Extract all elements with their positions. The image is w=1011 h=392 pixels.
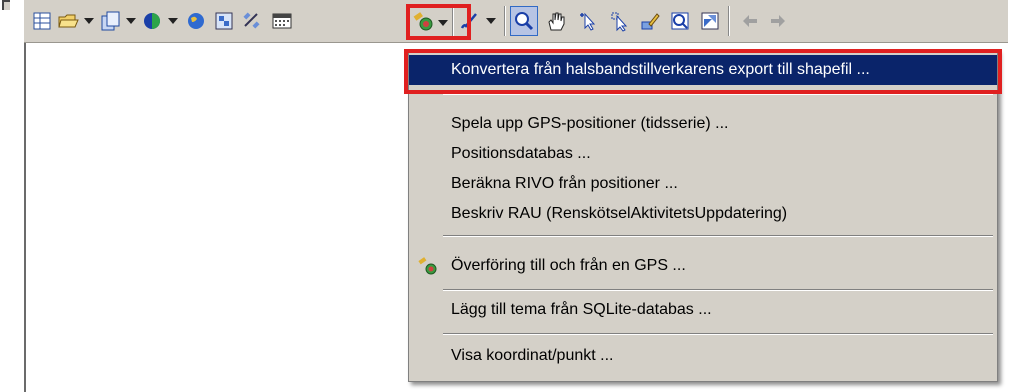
folder-open-icon [58, 14, 79, 28]
map-grid-button[interactable] [210, 6, 238, 36]
menu-item-gps-transfer[interactable]: Överföring till och från en GPS ... [409, 251, 997, 281]
globe-half-button[interactable] [138, 6, 166, 36]
open-folder-button[interactable] [54, 6, 82, 36]
menu-item-label: Lägg till tema från SQLite-databas ... [451, 301, 712, 318]
zoom-button[interactable] [510, 6, 538, 36]
satellite-icon [243, 12, 260, 29]
layer-icon [701, 12, 719, 30]
menu-item-label: Överföring till och från en GPS ... [451, 257, 686, 274]
menu-item-convert-collar-export[interactable]: Konvertera från halsbandstillverkarens e… [409, 55, 997, 85]
globe-dropdown-arrow[interactable] [166, 8, 180, 34]
menu-item-calculate-rivo[interactable]: Beräkna RIVO från positioner ... [409, 169, 997, 199]
select-add-button[interactable] [574, 6, 602, 36]
forward-button[interactable] [764, 6, 792, 36]
globe-icon [188, 13, 204, 29]
gps-tools-menu: Konvertera från halsbandstillverkarens e… [408, 50, 998, 382]
globe-half-icon [144, 13, 160, 29]
menu-item-label: Spela upp GPS-positioner (tidsserie) ... [451, 115, 729, 132]
menu-separator [443, 289, 993, 291]
calendar-button[interactable] [268, 6, 296, 36]
toolbar-separator [504, 6, 506, 36]
select-arrow-plus-icon [580, 12, 596, 31]
menu-item-label: Beräkna RIVO från positioner ... [451, 175, 678, 192]
open-dropdown-arrow[interactable] [82, 8, 96, 34]
menu-item-label: Visa koordinat/punkt ... [451, 347, 614, 364]
menu-item-show-coordinate[interactable]: Visa koordinat/punkt ... [409, 341, 997, 371]
line-draw-dropdown-arrow[interactable] [484, 8, 498, 34]
menu-item-position-database[interactable]: Positionsdatabas ... [409, 139, 997, 169]
menu-item-play-gps-positions[interactable]: Spela upp GPS-positioner (tidsserie) ... [409, 109, 997, 139]
satellite-button[interactable] [238, 6, 266, 36]
window-corner-mark [2, 0, 10, 10]
edit-button[interactable] [636, 6, 664, 36]
back-button[interactable] [736, 6, 764, 36]
menu-item-label: Positionsdatabas ... [451, 145, 591, 162]
gps-satellite-icon [418, 257, 437, 275]
back-arrow-icon [743, 15, 757, 27]
forward-arrow-icon [771, 15, 785, 27]
menu-item-label: Beskriv RAU (RenskötselAktivitetsUppdate… [451, 205, 788, 222]
toolbar-separator [728, 6, 730, 36]
table-icon [33, 12, 51, 30]
line-draw-icon [460, 13, 477, 29]
main-toolbar [24, 0, 1008, 43]
pan-hand-icon [548, 12, 565, 31]
copy-button[interactable] [96, 6, 124, 36]
select-arrow-icon [611, 12, 628, 32]
table-button[interactable] [28, 6, 56, 36]
menu-item-label: Konvertera från halsbandstillverkarens e… [451, 61, 870, 78]
toolbar-separator [452, 6, 454, 36]
gps-tools-dropdown-arrow[interactable] [436, 10, 450, 36]
globe-button[interactable] [182, 6, 210, 36]
menu-separator [443, 93, 993, 95]
zoom-extent-button[interactable] [666, 6, 694, 36]
copy-dropdown-arrow[interactable] [124, 8, 138, 34]
zoom-icon [515, 12, 534, 31]
edit-pencil-icon [641, 13, 660, 30]
copy-icon [101, 11, 120, 31]
zoom-extent-icon [671, 12, 689, 30]
menu-separator [443, 333, 993, 335]
menu-item-describe-rau[interactable]: Beskriv RAU (RenskötselAktivitetsUppdate… [409, 199, 997, 229]
line-draw-button[interactable] [456, 6, 484, 36]
pan-button[interactable] [542, 6, 570, 36]
menu-separator [443, 235, 993, 237]
gps-satellite-icon [413, 12, 433, 31]
gps-tools-button[interactable] [410, 6, 438, 36]
map-grid-icon [215, 12, 233, 30]
select-button[interactable] [606, 6, 634, 36]
menu-item-add-sqlite-theme[interactable]: Lägg till tema från SQLite-databas ... [409, 295, 997, 325]
layer-button[interactable] [696, 6, 724, 36]
calendar-icon [272, 13, 292, 29]
